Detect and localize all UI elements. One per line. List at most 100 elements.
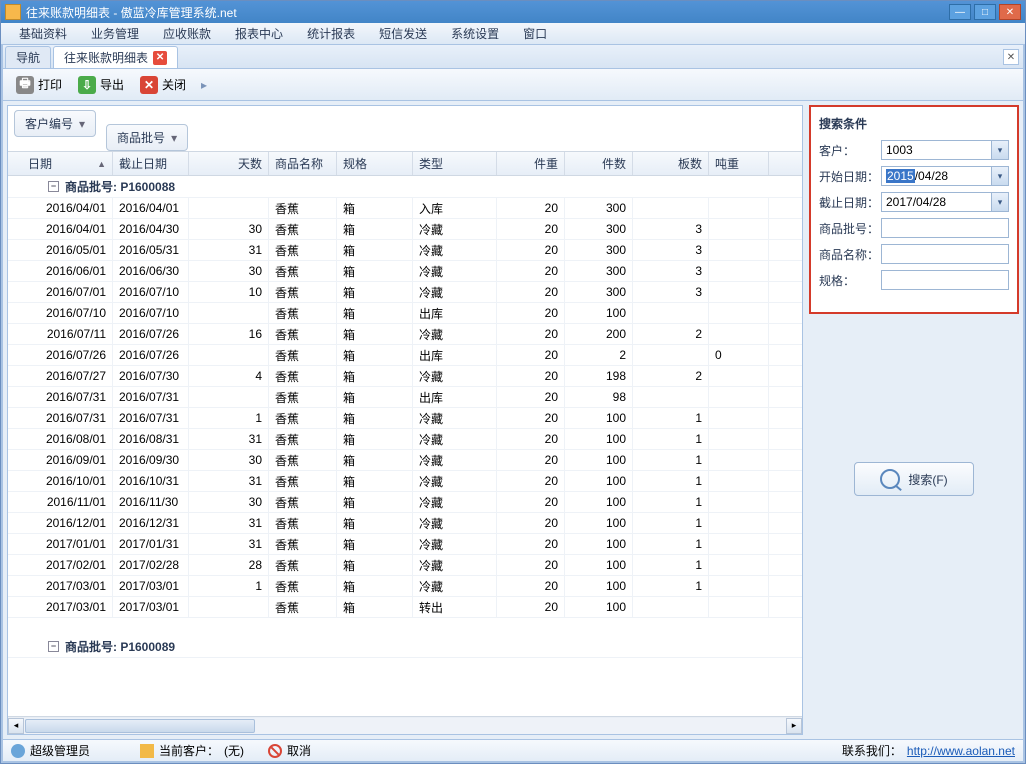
- col-tw[interactable]: 吨重: [709, 152, 769, 175]
- collapse-icon[interactable]: −: [48, 641, 59, 652]
- cell: [189, 345, 269, 365]
- print-button[interactable]: 🖶打印: [9, 73, 69, 97]
- cell: 20: [497, 534, 565, 554]
- chevron-down-icon[interactable]: ▾: [991, 193, 1008, 211]
- table-row[interactable]: 2016/07/312016/07/31香蕉箱出库2098: [8, 387, 802, 408]
- menu-item[interactable]: 应收账款: [151, 22, 223, 45]
- col-spec[interactable]: 规格: [337, 152, 413, 175]
- menu-item[interactable]: 统计报表: [295, 22, 367, 45]
- batch-input[interactable]: [881, 218, 1009, 238]
- col-date[interactable]: 日期▲: [8, 152, 113, 175]
- cell: 2: [565, 345, 633, 365]
- cell: 100: [565, 450, 633, 470]
- col-pc[interactable]: 件数: [565, 152, 633, 175]
- collapse-icon[interactable]: −: [48, 181, 59, 192]
- grid-body[interactable]: −商品批号: P16000882016/04/012016/04/01香蕉箱入库…: [8, 176, 802, 716]
- customer-input[interactable]: 1003▾: [881, 140, 1009, 160]
- printer-icon: 🖶: [16, 76, 34, 94]
- table-row[interactable]: 2016/07/012016/07/1010香蕉箱冷藏203003: [8, 282, 802, 303]
- cell: [189, 198, 269, 218]
- col-name[interactable]: 商品名称: [269, 152, 337, 175]
- cell: 冷藏: [413, 450, 497, 470]
- chevron-down-icon[interactable]: ▾: [991, 141, 1008, 159]
- menu-item[interactable]: 业务管理: [79, 22, 151, 45]
- menu-item[interactable]: 基础资料: [7, 22, 79, 45]
- name-input[interactable]: [881, 244, 1009, 264]
- cell: 1: [189, 576, 269, 596]
- col-pw[interactable]: 件重: [497, 152, 565, 175]
- table-row[interactable]: 2016/07/112016/07/2616香蕉箱冷藏202002: [8, 324, 802, 345]
- cell: 出库: [413, 345, 497, 365]
- table-row[interactable]: 2016/12/012016/12/3131香蕉箱冷藏201001: [8, 513, 802, 534]
- cell: 2: [633, 366, 709, 386]
- cell: 20: [497, 576, 565, 596]
- table-row[interactable]: 2017/02/012017/02/2828香蕉箱冷藏201001: [8, 555, 802, 576]
- close-icon[interactable]: ✕: [153, 51, 167, 65]
- scroll-right-button[interactable]: ▸: [786, 718, 802, 734]
- export-button[interactable]: ⇩导出: [71, 73, 131, 97]
- cell: 3: [633, 282, 709, 302]
- tabs-close-all[interactable]: ✕: [1003, 49, 1019, 65]
- cell: 20: [497, 282, 565, 302]
- col-type[interactable]: 类型: [413, 152, 497, 175]
- cell: 1: [189, 408, 269, 428]
- start-date-input[interactable]: 2015/04/28▾: [881, 166, 1009, 186]
- table-row[interactable]: 2017/01/012017/01/3131香蕉箱冷藏201001: [8, 534, 802, 555]
- table-row[interactable]: 2017/03/012017/03/011香蕉箱冷藏201001: [8, 576, 802, 597]
- end-date-input[interactable]: 2017/04/28▾: [881, 192, 1009, 212]
- cell: 2016/07/11: [8, 324, 113, 344]
- minimize-button[interactable]: —: [949, 4, 971, 20]
- cell: [709, 555, 769, 575]
- maximize-button[interactable]: □: [974, 4, 996, 20]
- table-row[interactable]: 2016/10/012016/10/3131香蕉箱冷藏201001: [8, 471, 802, 492]
- cell: 香蕉: [269, 534, 337, 554]
- contact-link[interactable]: http://www.aolan.net: [907, 744, 1015, 758]
- chevron-down-icon[interactable]: ▾: [991, 167, 1008, 185]
- horizontal-scrollbar[interactable]: ◂ ▸: [8, 716, 802, 734]
- menu-item[interactable]: 窗口: [511, 22, 559, 45]
- table-row[interactable]: 2016/11/012016/11/3030香蕉箱冷藏201001: [8, 492, 802, 513]
- scroll-left-button[interactable]: ◂: [8, 718, 24, 734]
- cell: 100: [565, 513, 633, 533]
- cell: 箱: [337, 408, 413, 428]
- cell: 10: [189, 282, 269, 302]
- close-button[interactable]: ✕关闭: [133, 73, 193, 97]
- status-bar: 超级管理员 当前客户：(无) 取消 联系我们：http://www.aolan.…: [3, 739, 1023, 761]
- table-row[interactable]: 2016/07/102016/07/10香蕉箱出库20100: [8, 303, 802, 324]
- col-days[interactable]: 天数: [189, 152, 269, 175]
- cancel-button[interactable]: 取消: [287, 742, 311, 759]
- cell: 箱: [337, 555, 413, 575]
- scroll-thumb[interactable]: [25, 719, 255, 733]
- search-button[interactable]: 搜索(F): [854, 462, 974, 496]
- cell: 2016/04/30: [113, 219, 189, 239]
- cell: 98: [565, 387, 633, 407]
- table-row[interactable]: 2016/06/012016/06/3030香蕉箱冷藏203003: [8, 261, 802, 282]
- cell: 香蕉: [269, 219, 337, 239]
- group-row[interactable]: −商品批号: P1600089: [8, 636, 802, 658]
- group-row[interactable]: −商品批号: P1600088: [8, 176, 802, 198]
- table-row[interactable]: 2016/09/012016/09/3030香蕉箱冷藏201001: [8, 450, 802, 471]
- window-close-button[interactable]: ✕: [999, 4, 1021, 20]
- group-product-tab[interactable]: 商品批号▾: [106, 124, 188, 151]
- menu-item[interactable]: 报表中心: [223, 22, 295, 45]
- table-row[interactable]: 2016/07/262016/07/26香蕉箱出库2020: [8, 345, 802, 366]
- cell: [633, 345, 709, 365]
- table-row[interactable]: 2016/08/012016/08/3131香蕉箱冷藏201001: [8, 429, 802, 450]
- col-bn[interactable]: 板数: [633, 152, 709, 175]
- col-end[interactable]: 截止日期: [113, 152, 189, 175]
- table-row[interactable]: 2016/04/012016/04/01香蕉箱入库20300: [8, 198, 802, 219]
- group-customer-tab[interactable]: 客户编号▾: [14, 110, 96, 137]
- table-row[interactable]: 2017/03/012017/03/01香蕉箱转出20100: [8, 597, 802, 618]
- table-row[interactable]: 2016/04/012016/04/3030香蕉箱冷藏203003: [8, 219, 802, 240]
- table-row[interactable]: 2016/07/272016/07/304香蕉箱冷藏201982: [8, 366, 802, 387]
- menu-item[interactable]: 系统设置: [439, 22, 511, 45]
- tab-detail[interactable]: 往来账款明细表 ✕: [53, 46, 178, 68]
- toolbar-overflow[interactable]: ▸: [199, 73, 209, 97]
- cell: 香蕉: [269, 198, 337, 218]
- spec-input[interactable]: [881, 270, 1009, 290]
- table-row[interactable]: 2016/07/312016/07/311香蕉箱冷藏201001: [8, 408, 802, 429]
- menu-item[interactable]: 短信发送: [367, 22, 439, 45]
- table-row[interactable]: 2016/05/012016/05/3131香蕉箱冷藏203003: [8, 240, 802, 261]
- cell: 2017/02/01: [8, 555, 113, 575]
- tab-navigation[interactable]: 导航: [5, 46, 51, 68]
